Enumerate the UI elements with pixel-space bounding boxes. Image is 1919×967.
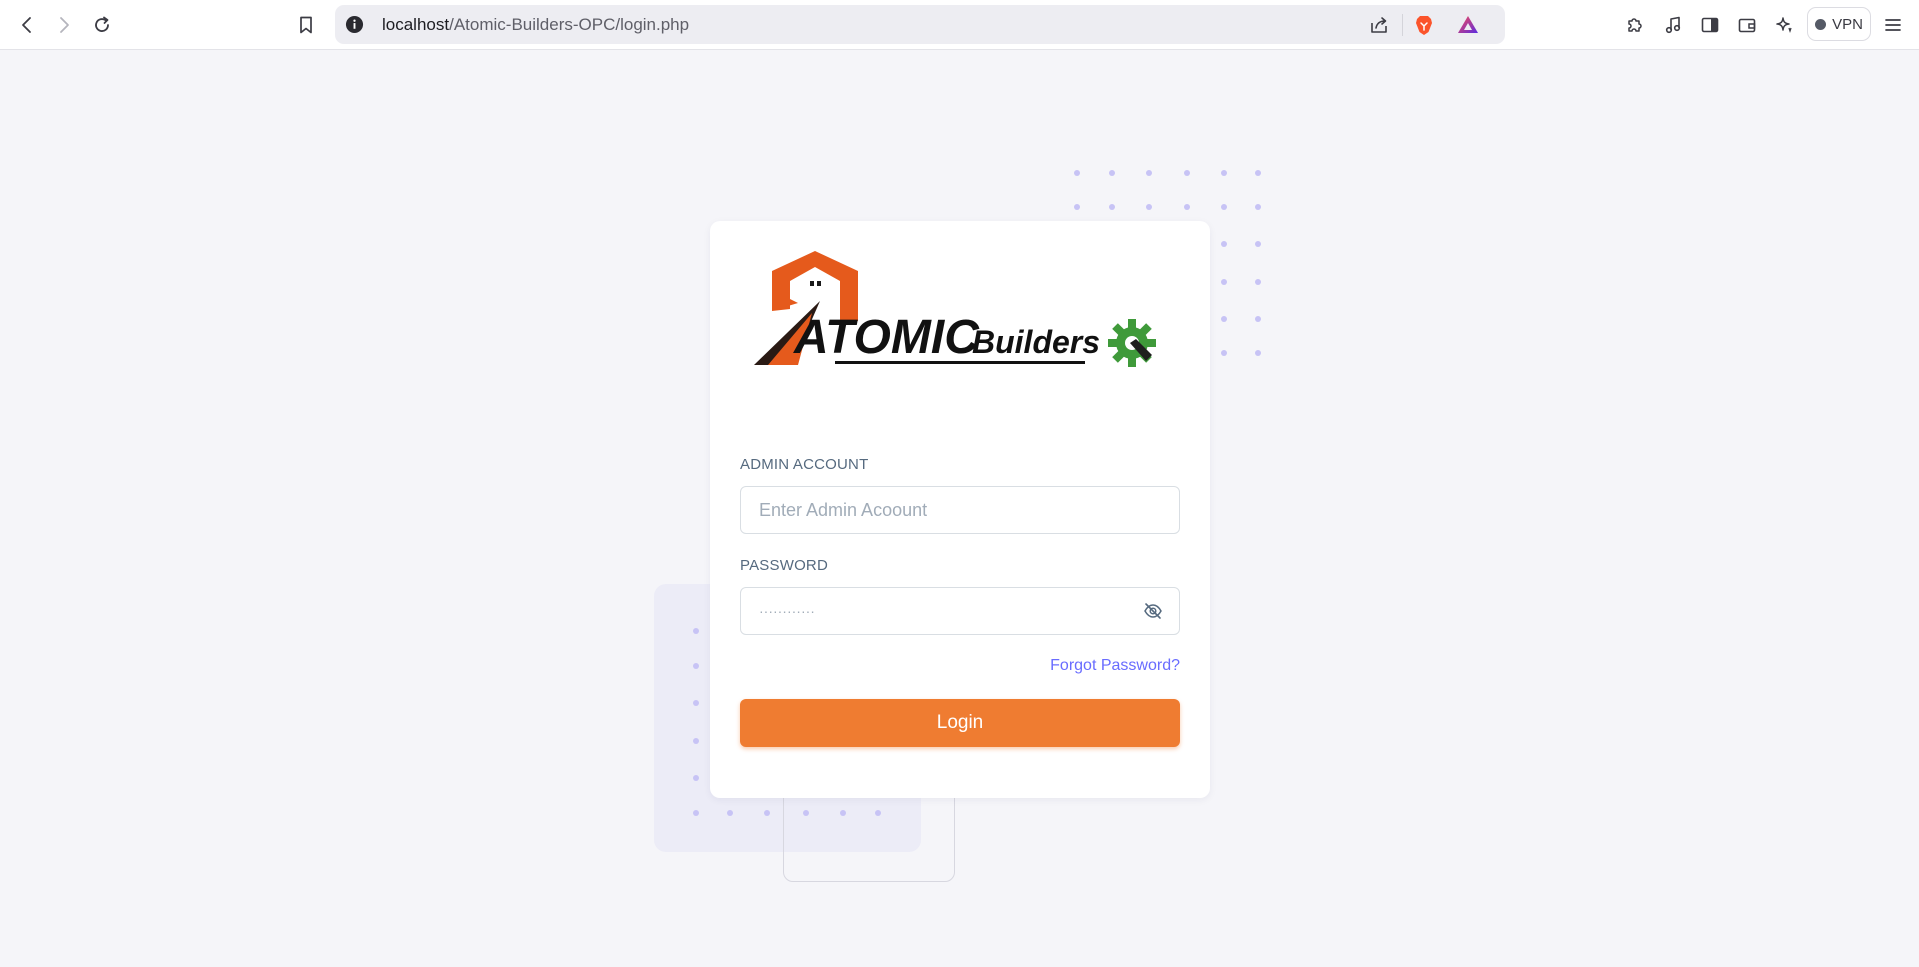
address-bar[interactable]: localhost/Atomic-Builders-OPC/login.php [335,5,1505,44]
decor-dot [1184,204,1190,210]
eye-off-icon[interactable] [1143,601,1163,621]
leo-button[interactable] [1771,12,1797,38]
password-placeholder-dots: ············ [759,603,815,619]
decor-dot [875,810,881,816]
decor-dot [1255,350,1261,356]
vpn-status-icon [1815,18,1827,30]
login-card: ATOMIC Builders ADMIN ACCOUNT PASSWORD ·… [710,221,1210,798]
sidebar-icon [1701,17,1719,33]
wallet-button[interactable] [1734,12,1760,38]
chevron-right-icon [60,17,69,33]
decor-dot [693,663,699,669]
back-button[interactable] [14,12,40,38]
decor-dot [803,810,809,816]
brave-lion-icon[interactable] [1413,14,1435,36]
decor-dot [693,628,699,634]
decor-dot [1255,204,1261,210]
decor-dot [693,738,699,744]
decor-dot [1221,241,1227,247]
triangle-icon[interactable] [1457,14,1479,36]
decor-dot [1221,279,1227,285]
url-text[interactable]: localhost/Atomic-Builders-OPC/login.php [382,5,689,44]
login-button[interactable]: Login [740,699,1180,747]
extensions-button[interactable] [1622,12,1648,38]
url-divider [1402,14,1403,36]
wallet-icon [1738,18,1756,33]
decor-dot [1184,170,1190,176]
forward-button[interactable] [51,12,77,38]
sidebar-button[interactable] [1697,12,1723,38]
logo-text-sub: Builders [972,324,1100,360]
atomic-builders-logo: ATOMIC Builders [754,251,1156,367]
admin-account-input[interactable] [741,487,1179,533]
decor-dot [1109,170,1115,176]
decor-dot [1074,204,1080,210]
info-icon[interactable] [345,15,364,34]
vpn-label: VPN [1832,15,1863,33]
password-field[interactable]: ············ [740,587,1180,635]
decor-dot [1255,241,1261,247]
reload-icon [95,16,109,32]
decor-dot [764,810,770,816]
music-note-icon [1665,16,1681,34]
chevron-left-icon [22,17,31,33]
decor-dot [1109,204,1115,210]
menu-button[interactable] [1880,12,1906,38]
decor-dot [1221,204,1227,210]
sparkle-icon [1776,17,1792,34]
media-button[interactable] [1660,12,1686,38]
forgot-password-link[interactable]: Forgot Password? [1050,657,1180,675]
decor-dot [1146,170,1152,176]
decor-dot [1221,170,1227,176]
hamburger-icon [1885,19,1901,31]
logo-text-main: ATOMIC [793,311,980,364]
bookmark-icon [300,16,312,34]
decor-dot [693,700,699,706]
decor-dot [1255,170,1261,176]
reload-button[interactable] [89,12,115,38]
decor-dot [1255,316,1261,322]
puzzle-icon [1628,18,1642,32]
share-icon[interactable] [1368,14,1390,36]
url-host: localhost [382,15,450,34]
admin-account-field[interactable] [740,486,1180,534]
decor-dot [840,810,846,816]
vpn-button[interactable]: VPN [1807,7,1871,41]
decor-dot [1255,279,1261,285]
decor-dot [1221,350,1227,356]
browser-toolbar: localhost/Atomic-Builders-OPC/login.php … [0,0,1919,50]
decor-dot [1221,316,1227,322]
url-path: /Atomic-Builders-OPC/login.php [449,15,690,34]
bookmark-button[interactable] [293,12,319,38]
password-label: PASSWORD [740,557,828,574]
decor-dot [693,775,699,781]
decor-dot [727,810,733,816]
admin-account-label: ADMIN ACCOUNT [740,456,869,473]
decor-dot [693,810,699,816]
decor-dot [1074,170,1080,176]
decor-dot [1146,204,1152,210]
